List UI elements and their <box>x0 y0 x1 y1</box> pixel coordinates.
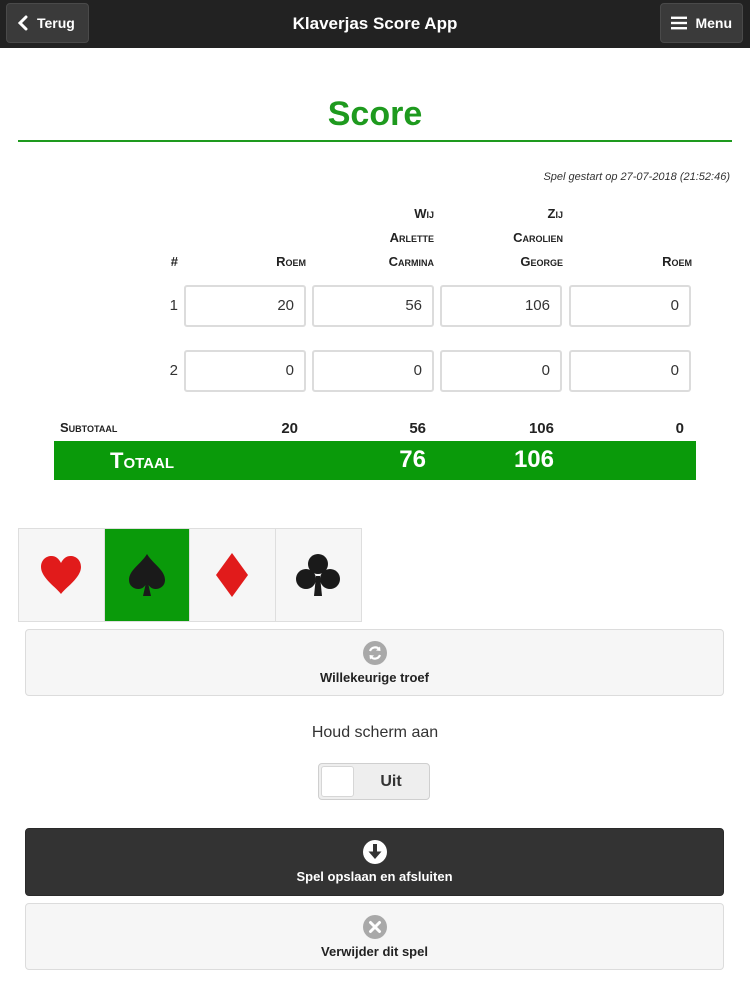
menu-label: Menu <box>695 15 732 31</box>
game-started-text: Spel gestart op 27-07-2018 (21:52:46) <box>543 171 730 183</box>
suit-diamonds-button[interactable] <box>190 529 276 621</box>
title-divider <box>18 140 732 142</box>
total-label: Totaal <box>110 448 174 473</box>
toggle-state-label: Uit <box>380 773 402 790</box>
toggle-knob <box>321 766 354 797</box>
team-zij-player-1: Carolien <box>513 230 563 245</box>
score-input-roem-wij[interactable]: 0 <box>184 350 306 392</box>
refresh-icon <box>362 641 387 665</box>
suit-hearts-button[interactable] <box>19 529 105 621</box>
row-number: 1 <box>169 297 178 314</box>
total-bar: Totaal 76 106 <box>54 441 696 480</box>
score-input-zij[interactable]: 0 <box>440 350 562 392</box>
team-zij-player-2: George <box>520 254 563 269</box>
score-input-roem-wij[interactable]: 20 <box>184 285 306 327</box>
app-title: Klaverjas Score App <box>292 14 458 33</box>
score-input-zij[interactable]: 106 <box>440 285 562 327</box>
delete-game-label: Verwijder dit spel <box>321 944 428 959</box>
score-input-roem-zij[interactable]: 0 <box>569 285 691 327</box>
suit-spades-button[interactable] <box>104 529 190 621</box>
subtotal-wij: 56 <box>409 420 426 437</box>
header-roem-zij: Roem <box>662 254 692 269</box>
subtotal-roem-zij: 0 <box>675 420 684 437</box>
hamburger-icon <box>671 16 688 30</box>
top-bar: Terug Klaverjas Score App Menu <box>0 0 750 48</box>
random-trump-button[interactable]: Willekeurige troef <box>25 629 724 696</box>
subtotal-label: Subtotaal <box>60 420 118 435</box>
header-roem-wij: Roem <box>276 254 306 269</box>
team-zij-name: Zij <box>547 206 563 221</box>
delete-game-button[interactable]: Verwijder dit spel <box>25 903 724 970</box>
trump-suit-selector <box>18 528 362 622</box>
close-icon <box>362 915 387 939</box>
team-wij-player-1: Arlette <box>389 230 434 245</box>
menu-button[interactable]: Menu <box>660 3 743 43</box>
random-trump-label: Willekeurige troef <box>320 670 429 685</box>
heart-icon <box>41 556 82 594</box>
score-input-wij[interactable]: 0 <box>312 350 434 392</box>
save-and-close-label: Spel opslaan en afsluiten <box>296 869 453 884</box>
subtotal-zij: 106 <box>528 420 554 437</box>
team-wij-name: Wij <box>414 206 434 221</box>
row-number: 2 <box>169 362 178 379</box>
score-input-roem-zij[interactable]: 0 <box>569 350 691 392</box>
download-icon <box>362 840 387 864</box>
header-team-zij: Zij Carolien George <box>443 202 563 274</box>
header-team-wij: Wij Arlette Carmina <box>314 202 434 274</box>
total-wij: 76 <box>399 446 426 473</box>
score-input-wij[interactable]: 56 <box>312 285 434 327</box>
diamond-icon <box>216 553 249 597</box>
total-zij: 106 <box>513 446 554 473</box>
keep-screen-label: Houd scherm aan <box>311 724 439 741</box>
team-wij-player-2: Carmina <box>388 254 434 269</box>
suit-clubs-button[interactable] <box>275 529 361 621</box>
club-icon <box>296 554 341 596</box>
save-and-close-button[interactable]: Spel opslaan en afsluiten <box>25 828 724 896</box>
header-number: # <box>170 254 178 269</box>
subtotal-roem-wij: 20 <box>281 420 298 437</box>
spade-icon <box>128 554 165 596</box>
page-title: Score <box>327 95 423 133</box>
keep-screen-toggle[interactable]: Uit <box>318 763 430 800</box>
